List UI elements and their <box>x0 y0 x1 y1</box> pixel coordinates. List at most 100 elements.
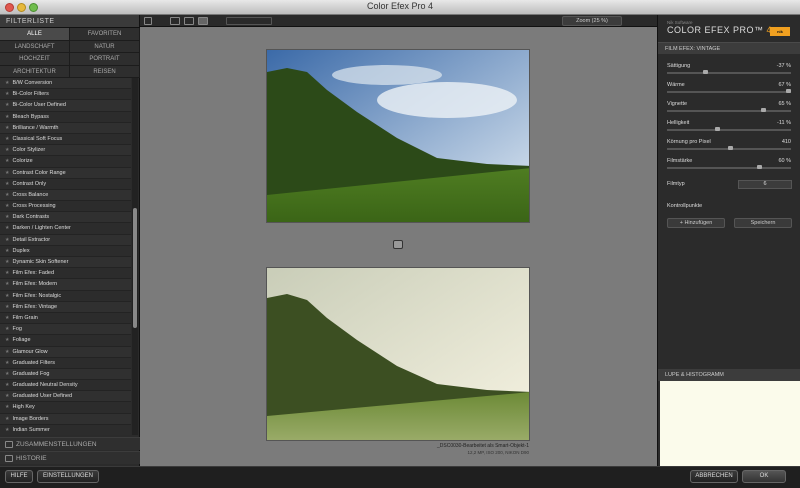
favorite-star-icon[interactable]: ★ <box>5 293 9 299</box>
filter-item[interactable]: ★ Film Efex: Nostalgic <box>0 290 131 302</box>
slider-knob[interactable] <box>703 70 709 74</box>
settings-button[interactable]: EINSTELLUNGEN <box>37 470 99 483</box>
favorite-star-icon[interactable]: ★ <box>5 170 9 176</box>
slider-row[interactable]: Vignette 65 % <box>667 101 791 119</box>
filter-item[interactable]: ★ Brilliance / Warmth <box>0 122 131 134</box>
slider-knob[interactable] <box>757 165 763 169</box>
favorite-star-icon[interactable]: ★ <box>5 248 9 254</box>
favorite-star-icon[interactable]: ★ <box>5 281 9 287</box>
filter-item[interactable]: ★ Colorize <box>0 156 131 168</box>
filterlist-header[interactable]: FILTERLISTE <box>0 15 139 28</box>
loupe-histogram-header[interactable]: LUPE & HISTOGRAMM <box>658 369 800 381</box>
slider-row[interactable]: Filmstärke 60 % <box>667 158 791 176</box>
split-view-icon[interactable] <box>184 17 194 25</box>
favorite-star-icon[interactable]: ★ <box>5 270 9 276</box>
filter-item[interactable]: ★ Graduated Fog <box>0 368 131 381</box>
favorite-star-icon[interactable]: ★ <box>5 259 9 265</box>
favorite-star-icon[interactable]: ★ <box>5 181 9 187</box>
favorite-star-icon[interactable]: ★ <box>5 393 9 399</box>
favorite-star-icon[interactable]: ★ <box>5 237 9 243</box>
filter-item[interactable]: ★ Duplex <box>0 245 131 257</box>
slider-track[interactable] <box>667 91 791 93</box>
favorite-star-icon[interactable]: ★ <box>5 114 9 120</box>
slider-track[interactable] <box>667 110 791 112</box>
filter-item[interactable]: ★ Darken / Lighten Center <box>0 223 131 235</box>
slider-row[interactable]: Sättigung -37 % <box>667 63 791 81</box>
filmtyp-select[interactable]: 6 <box>738 180 792 189</box>
slider-value[interactable]: 60 % <box>778 158 791 164</box>
category-architecture[interactable]: ARCHITEKTUR <box>0 65 70 78</box>
filter-item[interactable]: ★ Fog <box>0 324 131 336</box>
category-all[interactable]: ALLE <box>0 28 70 41</box>
filter-item[interactable]: ★ Graduated Filters <box>0 357 131 369</box>
history-section[interactable]: HISTORIE <box>0 451 140 464</box>
category-nature[interactable]: NATUR <box>70 40 140 53</box>
compositions-section[interactable]: ZUSAMMENSTELLUNGEN <box>0 437 140 450</box>
background-swatch[interactable] <box>226 17 272 25</box>
filter-item[interactable]: ★ Glamour Glow <box>0 346 131 358</box>
filter-item[interactable]: ★ Contrast Only <box>0 178 131 190</box>
filter-item[interactable]: ★ Indian Summer <box>0 424 131 435</box>
favorite-star-icon[interactable]: ★ <box>5 360 9 366</box>
favorite-star-icon[interactable]: ★ <box>5 382 9 388</box>
filter-item[interactable]: ★ Graduated User Defined <box>0 391 131 403</box>
add-control-point-button[interactable]: + Hinzufügen <box>667 218 725 228</box>
side-by-side-view-icon[interactable] <box>198 17 208 25</box>
favorite-star-icon[interactable]: ★ <box>5 136 9 142</box>
filter-item[interactable]: ★ Image Borders <box>0 413 131 425</box>
filter-item[interactable]: ★ Film Efex: Modern <box>0 279 131 291</box>
slider-track[interactable] <box>667 72 791 74</box>
zoom-select[interactable]: Zoom (25 %) <box>562 16 622 26</box>
slider-knob[interactable] <box>786 89 792 93</box>
category-wedding[interactable]: HOCHZEIT <box>0 53 70 66</box>
favorite-star-icon[interactable]: ★ <box>5 158 9 164</box>
favorite-star-icon[interactable]: ★ <box>5 337 9 343</box>
save-button[interactable]: Speichern <box>734 218 792 228</box>
filter-item[interactable]: ★ Contrast Color Range <box>0 167 131 179</box>
favorite-star-icon[interactable]: ★ <box>5 203 9 209</box>
filter-item[interactable]: ★ Cross Processing <box>0 201 131 213</box>
favorite-star-icon[interactable]: ★ <box>5 91 9 97</box>
filter-item[interactable]: ★ Bi-Color User Defined <box>0 100 131 112</box>
filter-item[interactable]: ★ Detail Extractor <box>0 234 131 246</box>
filter-scrollbar[interactable] <box>132 78 138 435</box>
slider-value[interactable]: -37 % <box>777 63 791 69</box>
filter-item[interactable]: ★ Dark Contrasts <box>0 212 131 224</box>
filter-item[interactable]: ★ B/W Conversion <box>0 78 131 90</box>
filter-item[interactable]: ★ Cross Balance <box>0 189 131 202</box>
favorite-star-icon[interactable]: ★ <box>5 404 9 410</box>
favorite-star-icon[interactable]: ★ <box>5 371 9 377</box>
slider-value[interactable]: 67 % <box>778 82 791 88</box>
category-favorites[interactable]: FAVORITEN <box>70 28 140 41</box>
filter-item[interactable]: ★ Film Efex: Faded <box>0 268 131 280</box>
slider-knob[interactable] <box>761 108 767 112</box>
category-landscape[interactable]: LANDSCHAFT <box>0 40 70 53</box>
compare-swap-icon[interactable] <box>393 240 403 249</box>
slider-track[interactable] <box>667 167 791 169</box>
favorite-star-icon[interactable]: ★ <box>5 225 9 231</box>
category-portrait[interactable]: PORTRAIT <box>70 53 140 66</box>
slider-value[interactable]: 410 <box>782 139 791 145</box>
favorite-star-icon[interactable]: ★ <box>5 304 9 310</box>
ok-button[interactable]: OK <box>742 470 786 483</box>
filter-item[interactable]: ★ Bleach Bypass <box>0 111 131 123</box>
cancel-button[interactable]: ABBRECHEN <box>690 470 738 483</box>
favorite-star-icon[interactable]: ★ <box>5 192 9 198</box>
favorite-star-icon[interactable]: ★ <box>5 349 9 355</box>
filter-item[interactable]: ★ Film Efex: Vintage <box>0 301 131 313</box>
favorite-star-icon[interactable]: ★ <box>5 427 9 433</box>
slider-value[interactable]: 65 % <box>778 101 791 107</box>
filter-item[interactable]: ★ Classical Soft Focus <box>0 133 131 146</box>
filter-item[interactable]: ★ Foliage <box>0 335 131 347</box>
favorite-star-icon[interactable]: ★ <box>5 80 9 86</box>
favorite-star-icon[interactable]: ★ <box>5 214 9 220</box>
favorite-star-icon[interactable]: ★ <box>5 315 9 321</box>
sidebar-toggle-icon[interactable] <box>144 17 152 25</box>
scroll-thumb[interactable] <box>133 208 137 328</box>
slider-knob[interactable] <box>715 127 720 131</box>
filter-panel-header[interactable]: FILM EFEX: VINTAGE <box>658 42 800 54</box>
filter-item[interactable]: ★ High Key <box>0 402 131 414</box>
control-points-label[interactable]: Kontrollpunkte <box>667 203 702 209</box>
filter-item[interactable]: ★ Dynamic Skin Softener <box>0 257 131 269</box>
favorite-star-icon[interactable]: ★ <box>5 102 9 108</box>
